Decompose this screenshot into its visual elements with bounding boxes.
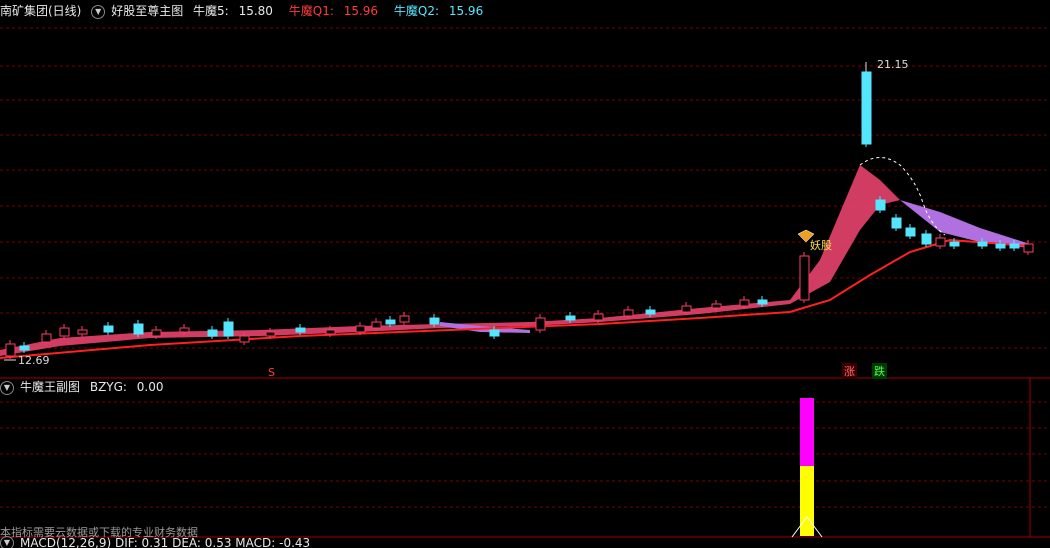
candle-body [921, 233, 932, 245]
candle-body [19, 345, 30, 351]
q1-label: 牛魔Q1: 15.96 [288, 4, 379, 18]
sub-header: ▼ 牛魔王副图 BZYG: 0.00 [0, 376, 176, 398]
candle-body [905, 227, 916, 237]
ma-line [0, 238, 1031, 359]
macd-text: MACD(12,26,9) DIF: 0.31 DEA: 0.53 MACD: … [20, 536, 311, 548]
candle-body [265, 331, 276, 337]
high-price-label: 21.15 [877, 58, 909, 71]
candle-body [1023, 243, 1034, 253]
candle-body [41, 333, 52, 343]
candle-body [59, 327, 70, 337]
candle-body [429, 317, 440, 325]
candle-body [799, 255, 810, 301]
candle-body [681, 305, 692, 313]
candle-body [739, 299, 750, 307]
macd-header: ▼ MACD(12,26,9) DIF: 0.31 DEA: 0.53 MACD:… [0, 536, 316, 548]
candle-body [535, 317, 546, 331]
candle-body [295, 327, 306, 333]
candle-body [355, 325, 366, 333]
bzyg-label: BZYG: [89, 380, 127, 394]
bzyg-bar-bottom [800, 466, 814, 536]
candle-body [239, 335, 250, 343]
candle-body [757, 299, 768, 305]
candle-body [77, 329, 88, 335]
q1-value: 15.96 [343, 4, 379, 18]
sub-indicator-name[interactable]: 牛魔王副图 [20, 380, 80, 394]
candle-body [151, 329, 162, 337]
candle-body [645, 309, 656, 315]
candle-body [935, 237, 946, 247]
candle-body [565, 315, 576, 321]
main-header: 南矿集团(日线) ▼ 好股至尊主图 牛魔5: 15.80 牛魔Q1: 15.96 … [0, 0, 495, 22]
candle-body [995, 243, 1006, 249]
candle-body [891, 217, 902, 229]
chevron-down-icon[interactable]: ▼ [0, 536, 14, 548]
candle-body [179, 327, 190, 333]
candle-body [861, 71, 872, 145]
candle-body [977, 241, 988, 247]
sell-signal-tag: S [268, 366, 275, 379]
candle-body [399, 315, 410, 323]
candle-body [207, 329, 218, 337]
candle-body [875, 199, 886, 211]
line5-value: 15.80 [238, 4, 273, 18]
chevron-down-icon[interactable]: ▼ [91, 4, 106, 19]
low-price-label: 12.69 [18, 354, 50, 367]
die-tag: 跌 [872, 363, 887, 379]
q2-value: 15.96 [448, 4, 484, 18]
candle-body [385, 319, 396, 325]
candle-body [133, 323, 144, 335]
candle-body [5, 343, 16, 357]
candle-body [711, 303, 722, 309]
chevron-down-icon[interactable]: ▼ [0, 380, 14, 395]
bzyg-bar-top [800, 398, 814, 466]
main-indicator-name[interactable]: 好股至尊主图 [111, 4, 183, 18]
line5-label: 牛魔5: 15.80 [193, 4, 273, 18]
bzyg-value: 0.00 [136, 380, 164, 394]
candle-body [325, 329, 336, 335]
candle-body [223, 321, 234, 337]
chart-canvas [0, 27, 1050, 538]
candle-body [623, 309, 634, 317]
candle-body [103, 325, 114, 333]
candle-body [593, 313, 604, 321]
zhang-tag: 涨 [842, 363, 857, 379]
candle-body [489, 329, 500, 337]
candle-body [1009, 243, 1020, 249]
q2-label: 牛魔Q2: 15.96 [393, 4, 484, 18]
stock-name[interactable]: 南矿集团(日线) [0, 4, 81, 18]
candle-body [371, 321, 382, 329]
candle-body [949, 241, 960, 247]
yao-gu-tag: 妖股 [810, 239, 832, 252]
